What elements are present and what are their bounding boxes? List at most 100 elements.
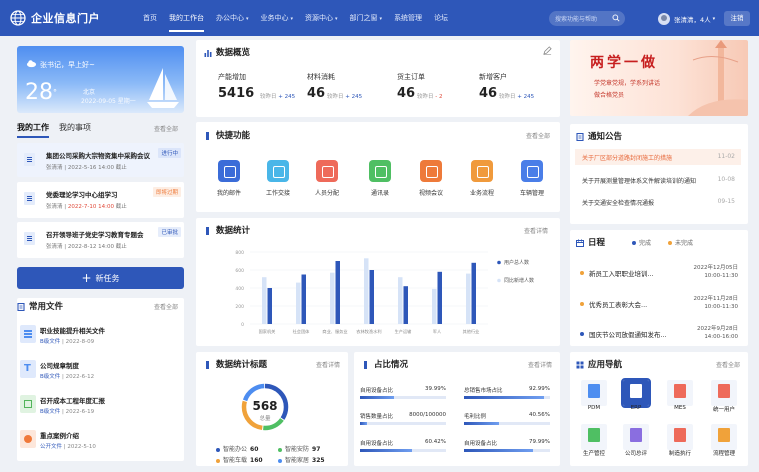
section-marker-icon xyxy=(206,360,209,369)
presentation-icon xyxy=(20,430,36,448)
app-logo[interactable]: 企业信息门户 xyxy=(10,10,125,26)
logout-button[interactable]: 注销 xyxy=(724,11,750,26)
list-item[interactable]: T 公司规章制度 B级文件 | 2022-6-12 xyxy=(17,358,184,388)
app-pdm[interactable]: PDM xyxy=(580,380,608,411)
list-item[interactable]: 优秀员工表彰大会... 2022年11月28日 10:00-11:30 xyxy=(578,296,739,319)
nav-business[interactable]: 业务中心 xyxy=(255,0,300,36)
list-item[interactable]: 新员工入职职业培训... 2022年12月05日 10:00-11:30 xyxy=(578,264,739,288)
list-item[interactable]: 关于交通安全检查情况通报 09-15 xyxy=(575,194,741,210)
kpi-compare: 较昨日 + 245 xyxy=(327,92,362,100)
list-item[interactable]: 国庆节公司放假通知发布... 2022年9月28日 14:00-16:00 xyxy=(578,326,738,349)
stats-card: 数据统计 查看详情 0 200 400 600 800 国家机关 社会团体 商业、服务业 农林牧… xyxy=(196,218,560,346)
section-title: 数据统计标题 xyxy=(204,358,267,370)
x-tick-label: 商业、服务业 xyxy=(322,328,347,335)
new-task-button[interactable]: + 新任务 xyxy=(17,267,184,289)
work-item[interactable]: 集团公司采购大宗物资集中采购会议 张清清 | 2022-5-16 14:00 截… xyxy=(17,143,184,177)
quick-workflow[interactable]: 业务流程 xyxy=(458,160,506,197)
work-item[interactable]: 党委理论学习中心组学习 张清清 | 2022-7-10 14:00 截止 即将过… xyxy=(17,182,184,218)
gauge-more-link[interactable]: 查看详情 xyxy=(316,360,340,369)
nav-resources[interactable]: 资源中心 xyxy=(299,0,344,36)
app-company-review[interactable]: 公司总评 xyxy=(622,424,650,457)
app-label: 制造执行 xyxy=(668,451,691,457)
file-meta: B级文件 | 2022-6-12 xyxy=(40,374,95,380)
app-mes[interactable]: MES xyxy=(666,380,694,411)
quick-mail[interactable]: 我的邮件 xyxy=(205,160,253,197)
kpi-compare: 较昨日 + 245 xyxy=(499,92,534,100)
progress-fill xyxy=(464,422,500,425)
nav-departments[interactable]: 部门之窗 xyxy=(344,0,389,36)
tab-my-work[interactable]: 我的工作 xyxy=(17,122,49,138)
weather-card: 张书记，早上好~ 28° 北京 2022-09-05 星期一 xyxy=(17,46,184,113)
nav-forum[interactable]: 论坛 xyxy=(428,0,454,36)
x-tick-label: 生产运输 xyxy=(395,328,413,335)
work-item[interactable]: 召开领导班子党史学习教育专题会 张清清 | 2022-8-12 14:00 截止… xyxy=(17,222,184,258)
ratio-label: 自用设备占比 xyxy=(360,388,394,394)
status-badge: 已审批 xyxy=(158,227,181,237)
ratio-more-link[interactable]: 查看详情 xyxy=(528,360,552,369)
app-icon xyxy=(711,424,737,450)
legend-label: 未完成 xyxy=(675,240,694,247)
app-label: 生产管控 xyxy=(582,451,605,457)
ratio-value: 8000/100000 xyxy=(409,412,446,418)
list-item[interactable]: 关于厂区部分道路封闭施工的措施 11-02 xyxy=(575,149,741,165)
app-unified-user[interactable]: 统一用户 xyxy=(710,380,738,413)
gauge-total: 568 xyxy=(252,399,278,413)
quick-label: 通讯录 xyxy=(370,190,389,197)
ratio-label: 自用设备占比 xyxy=(360,441,394,447)
work-tabs: 我的工作 我的事项 查看全部 xyxy=(17,122,184,138)
gauge-legend-item: 智能车载 160 xyxy=(216,455,263,464)
app-icon xyxy=(581,380,607,406)
bar-用户总人数 xyxy=(301,274,306,324)
x-tick-label: 农林牧渔水利 xyxy=(356,328,381,335)
quick-contacts[interactable]: 通讯录 xyxy=(356,160,404,197)
list-item[interactable]: 职业技能提升相关文件 B级文件 | 2022-8-09 xyxy=(17,323,184,353)
section-title: 通知公告 xyxy=(576,130,622,142)
schedule-datetime: 2022年12月05日 10:00-11:30 xyxy=(694,264,739,280)
quick-video[interactable]: 视频会议 xyxy=(407,160,455,197)
video-icon xyxy=(420,160,442,182)
banner[interactable]: 两学一做 学党章党规，学系列讲话 做合格党员 xyxy=(570,40,748,116)
kpi-compare-label: 较昨日 xyxy=(417,94,434,100)
legend-label: 智能办公 xyxy=(223,446,248,453)
app-label: 统一用户 xyxy=(712,407,735,413)
list-item[interactable]: 重点案例介绍 公开文件 | 2022-5-10 xyxy=(17,428,184,458)
files-more-link[interactable]: 查看全部 xyxy=(154,302,178,311)
nav-system[interactable]: 系统管理 xyxy=(388,0,428,36)
quick-more-link[interactable]: 查看全部 xyxy=(526,131,550,140)
work-item-owner: 张清清 xyxy=(46,204,63,210)
bar-同比新增人数 xyxy=(296,282,301,324)
quick-vehicles[interactable]: 车辆管理 xyxy=(508,160,556,197)
search-input[interactable]: 搜索功能与帮助 xyxy=(549,11,625,26)
app-process-mgmt[interactable]: 流程管理 xyxy=(710,424,738,457)
nav-office[interactable]: 办公中心 xyxy=(210,0,255,36)
user-menu[interactable]: 张清清，4人 ▾ xyxy=(658,11,715,26)
progress-fill xyxy=(464,396,544,399)
ratio-value: 39.99% xyxy=(425,386,446,392)
notice-date: 11-02 xyxy=(717,153,735,160)
section-marker-icon xyxy=(206,131,209,140)
y-tick-label: 200 xyxy=(235,304,244,310)
schedule-date: 2022年11月28日 xyxy=(693,296,739,302)
legend-dot xyxy=(216,447,220,452)
x-tick-label: 社会团体 xyxy=(293,328,311,335)
work-more-link[interactable]: 查看全部 xyxy=(154,124,178,133)
nav-workbench[interactable]: 我的工作台 xyxy=(163,0,210,36)
weather-date: 2022-09-05 星期一 xyxy=(81,98,136,105)
tab-my-items[interactable]: 我的事项 xyxy=(59,122,91,133)
quick-staffing[interactable]: 人员分配 xyxy=(303,160,351,197)
app-production[interactable]: 生产管控 xyxy=(580,424,608,457)
progress-track xyxy=(464,449,550,452)
nav-home[interactable]: 首页 xyxy=(137,0,163,36)
progress-track xyxy=(360,449,446,452)
apps-more-link[interactable]: 查看全部 xyxy=(716,360,740,369)
app-manufacturing[interactable]: 制造执行 xyxy=(666,424,694,457)
notice-text: 关于厂区部分道路封闭施工的措施 xyxy=(582,155,673,162)
work-item-title: 召开领导班子党史学习教育专题会 xyxy=(46,231,144,239)
edit-icon[interactable] xyxy=(543,46,552,55)
list-item[interactable]: 召开成本工程年度汇报 B级文件 | 2022-6-19 xyxy=(17,393,184,423)
quick-handover[interactable]: 工作交接 xyxy=(254,160,302,197)
search-icon[interactable] xyxy=(612,14,620,22)
list-item[interactable]: 关于开展测量管理体系文件解读培训的通知 10-08 xyxy=(575,172,741,188)
app-erp[interactable]: ERP xyxy=(621,378,651,411)
text-file-icon: T xyxy=(20,360,36,378)
